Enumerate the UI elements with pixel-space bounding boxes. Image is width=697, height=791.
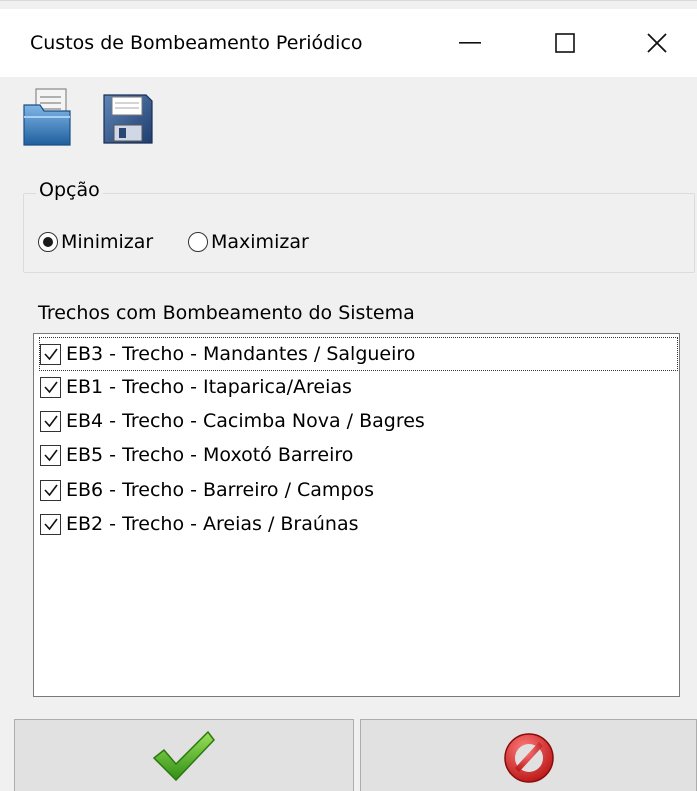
checkbox[interactable]	[40, 479, 61, 501]
list-item[interactable]: EB5 - Trecho - Moxotó Barreiro	[40, 439, 353, 471]
checkbox[interactable]	[40, 410, 61, 432]
cancel-button[interactable]	[360, 719, 697, 791]
list-item-label: EB6 - Trecho - Barreiro / Campos	[66, 479, 375, 501]
radio-label: Maximizar	[211, 231, 309, 253]
list-item[interactable]: EB3 - Trecho - Mandantes / Salgueiro	[39, 337, 678, 371]
maximize-icon	[555, 33, 575, 53]
list-item-label: EB4 - Trecho - Cacimba Nova / Bagres	[66, 410, 425, 432]
checkmark-icon	[43, 381, 58, 394]
save-button[interactable]	[100, 87, 156, 149]
trechos-legend: Trechos com Bombeamento do Sistema	[35, 302, 418, 324]
red-forbidden-icon	[503, 732, 554, 783]
trechos-groupbox: Trechos com Bombeamento do Sistema EB3 -…	[23, 302, 695, 713]
checkmark-icon	[43, 348, 58, 361]
checkbox[interactable]	[40, 444, 61, 466]
open-folder-icon	[23, 88, 71, 146]
checkmark-icon	[43, 415, 58, 428]
radio-circle[interactable]	[38, 232, 58, 252]
option-groupbox: Opção Minimizar Maximizar	[23, 179, 695, 273]
green-check-icon	[152, 730, 215, 781]
checkbox[interactable]	[40, 376, 61, 398]
option-legend: Opção	[36, 179, 103, 201]
radio-label: Minimizar	[61, 231, 154, 253]
trechos-checklist[interactable]: EB3 - Trecho - Mandantes / Salgueiro EB1…	[33, 333, 680, 697]
open-button[interactable]	[20, 87, 76, 149]
checkbox[interactable]	[40, 343, 61, 365]
list-item-label: EB3 - Trecho - Mandantes / Salgueiro	[66, 343, 416, 365]
list-item-label: EB1 - Trecho - Itaparica/Areias	[66, 376, 352, 398]
list-item[interactable]: EB2 - Trecho - Areias / Braúnas	[40, 508, 359, 540]
radio-maximizar[interactable]: Maximizar	[188, 231, 309, 253]
list-item-label: EB5 - Trecho - Moxotó Barreiro	[66, 444, 354, 466]
title-bar: Custos de Bombeamento Periódico	[0, 9, 697, 77]
minimize-button[interactable]	[425, 9, 515, 77]
list-item[interactable]: EB4 - Trecho - Cacimba Nova / Bagres	[40, 405, 425, 437]
list-item[interactable]: EB1 - Trecho - Itaparica/Areias	[40, 371, 352, 403]
checkmark-icon	[43, 518, 58, 531]
list-item[interactable]: EB6 - Trecho - Barreiro / Campos	[40, 474, 374, 506]
radio-selected-dot	[43, 237, 53, 247]
radio-circle[interactable]	[188, 232, 208, 252]
checkmark-icon	[43, 484, 58, 497]
list-item-label: EB2 - Trecho - Areias / Braúnas	[66, 513, 359, 535]
maximize-button[interactable]	[520, 9, 610, 77]
checkbox[interactable]	[40, 513, 61, 535]
close-button[interactable]	[612, 9, 697, 77]
minimize-icon	[459, 42, 481, 44]
dialog-window: Custos de Bombeamento Periódico Opção Mi…	[0, 0, 697, 791]
checkmark-icon	[43, 449, 58, 462]
floppy-save-icon	[103, 94, 153, 144]
radio-minimizar[interactable]: Minimizar	[38, 231, 153, 253]
window-title: Custos de Bombeamento Periódico	[30, 32, 363, 54]
close-icon	[647, 33, 667, 53]
confirm-button[interactable]	[14, 719, 354, 791]
